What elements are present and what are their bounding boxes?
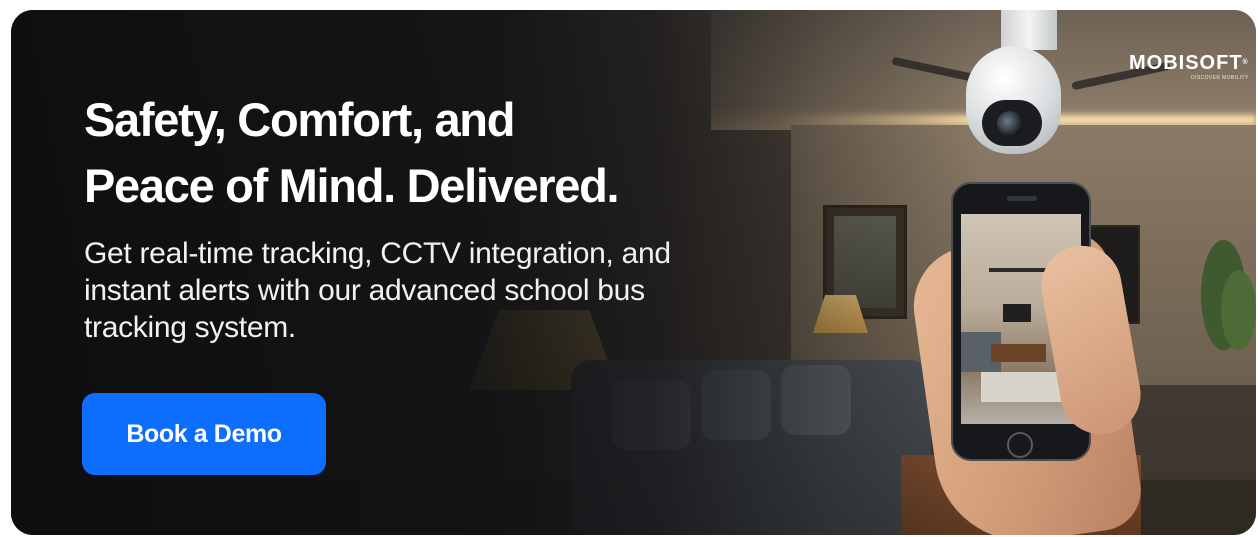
subheadline-line-2: instant alerts with our advanced school … [84, 274, 645, 307]
subheadline-line-3: tracking system. [84, 311, 296, 344]
logo-wordmark: MOBISOFT® [1129, 52, 1249, 74]
subheadline-line-1: Get real-time tracking, CCTV integration… [84, 237, 671, 270]
subheadline: Get real-time tracking, CCTV integration… [84, 235, 671, 346]
headline-line-1: Safety, Comfort, and [84, 93, 515, 146]
mobisoft-logo[interactable]: MOBISOFT® DISCOVER MOBILITY [1129, 52, 1249, 81]
headline-line-2: Peace of Mind. Delivered. [84, 159, 620, 212]
headline: Safety, Comfort, and Peace of Mind. Deli… [84, 87, 620, 219]
logo-tagline: DISCOVER MOBILITY [1191, 75, 1249, 81]
book-demo-button[interactable]: Book a Demo [82, 393, 326, 475]
